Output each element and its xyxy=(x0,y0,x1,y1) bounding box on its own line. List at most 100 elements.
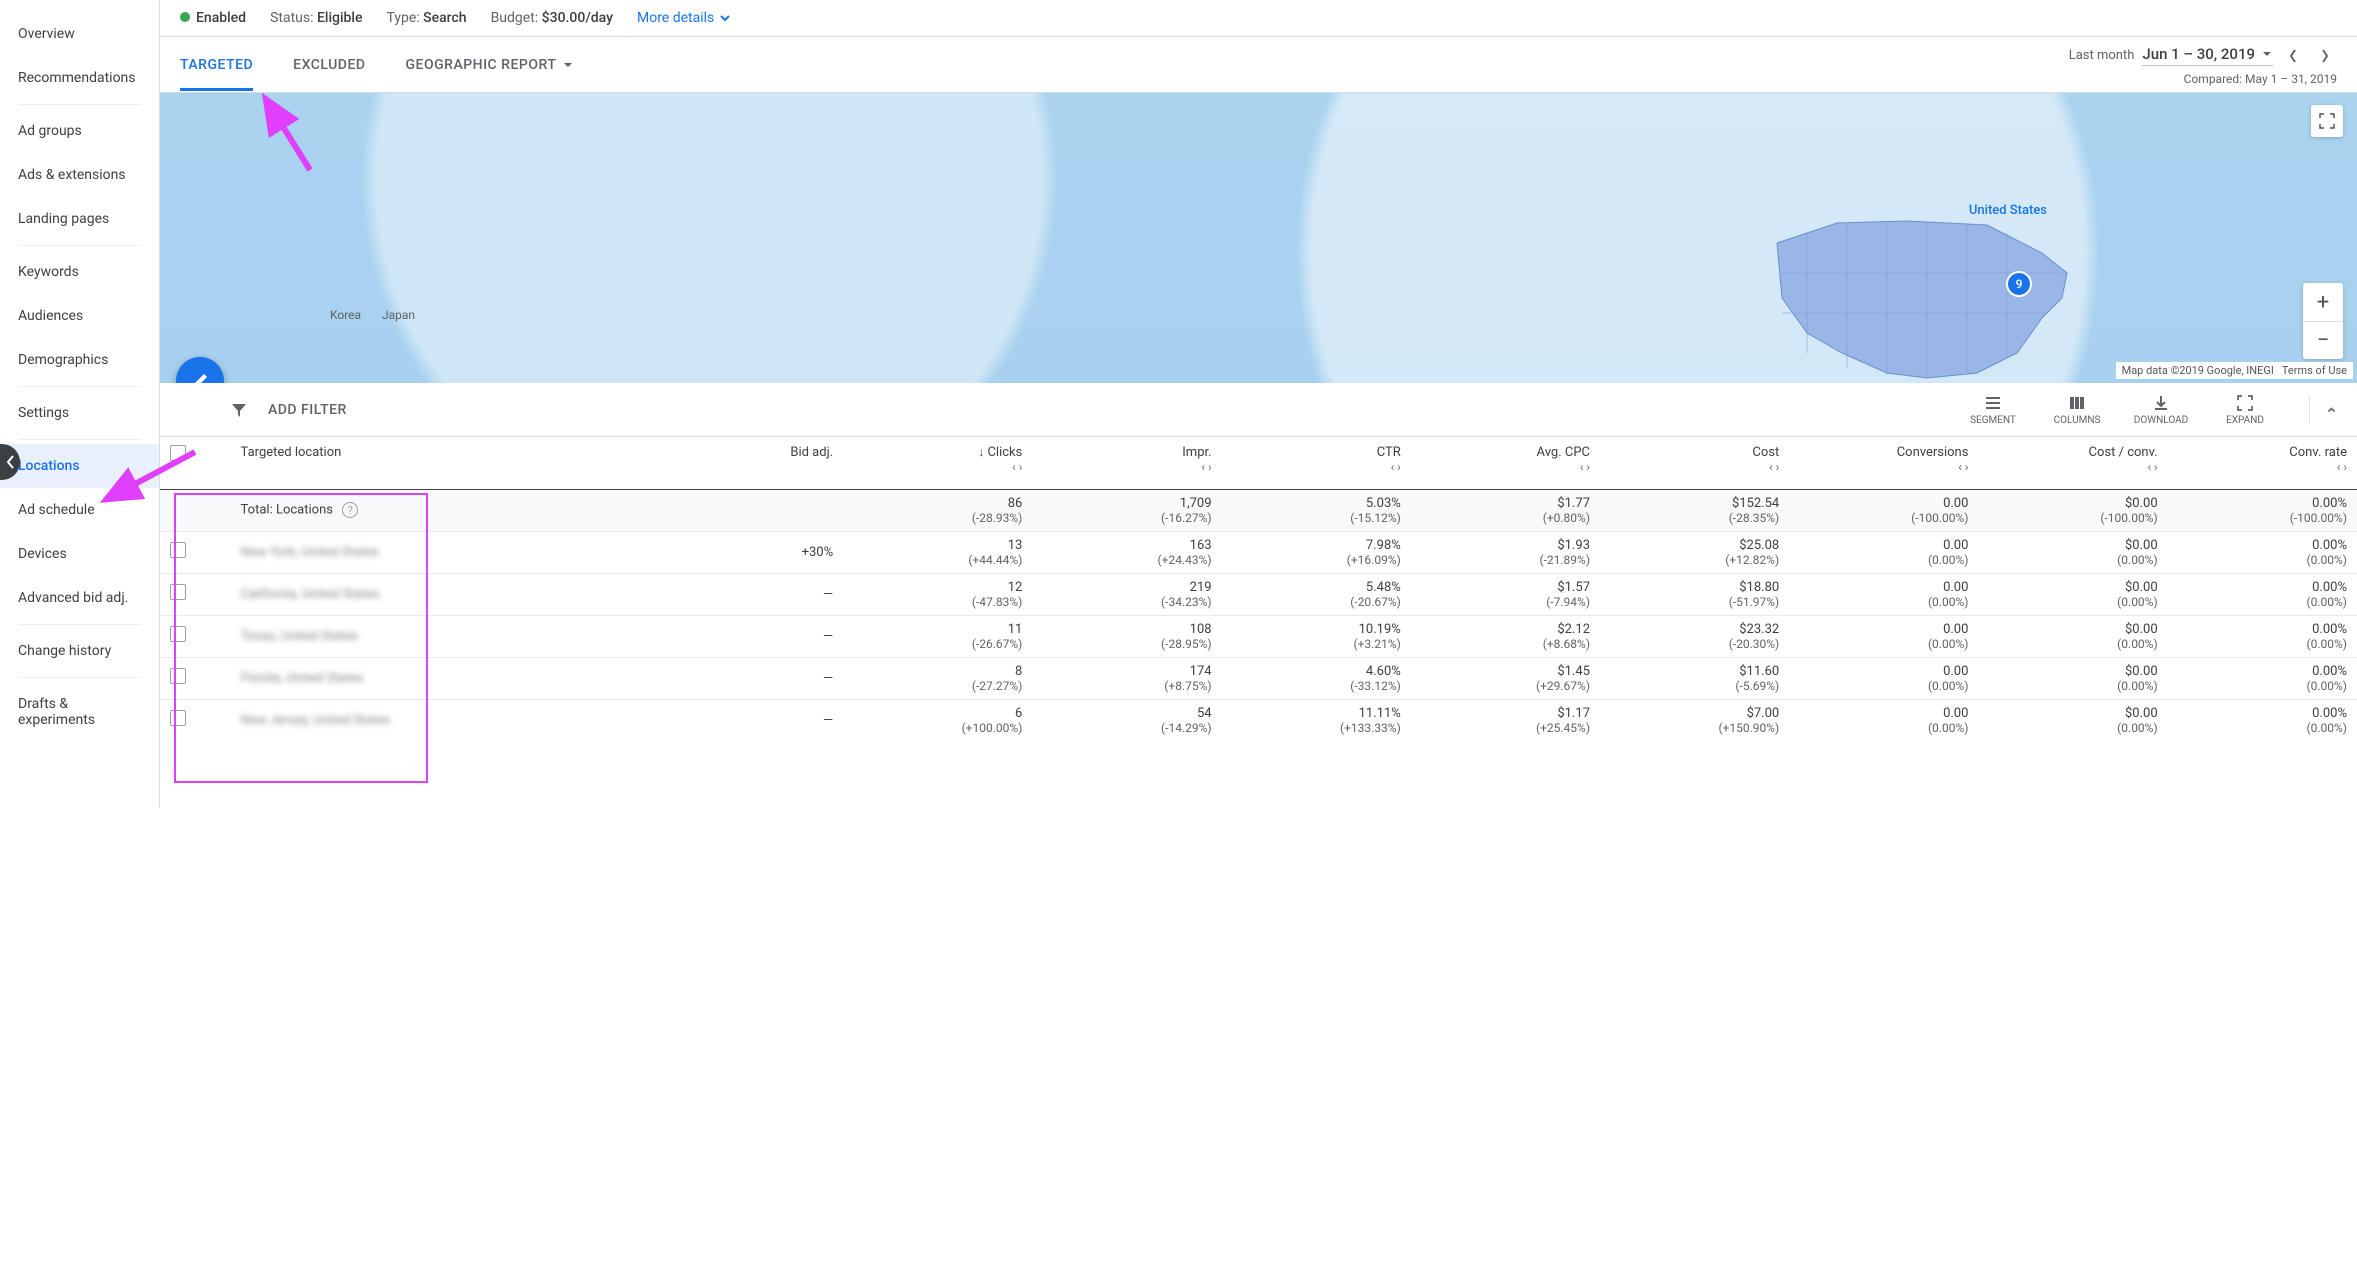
sidebar-item-devices[interactable]: Devices xyxy=(0,532,159,576)
select-all-checkbox[interactable] xyxy=(170,445,186,461)
map-fullscreen-button[interactable] xyxy=(2311,105,2343,137)
locations-table: Targeted location Bid adj. ↓ Clicks‹ › I… xyxy=(160,437,2357,741)
segment-icon xyxy=(1983,393,2003,413)
cell-bid[interactable]: — xyxy=(603,657,844,699)
segment-button[interactable]: SEGMENT xyxy=(1965,393,2021,426)
sidebar-item-keywords[interactable]: Keywords xyxy=(0,250,159,294)
map-country-label: United States xyxy=(1969,203,2047,218)
table-toolbar: ADD FILTER SEGMENT COLUMNS DOWNLOAD EXPA… xyxy=(160,383,2357,437)
col-header-ctr[interactable]: CTR‹ › xyxy=(1222,437,1411,489)
col-header-bid[interactable]: Bid adj. xyxy=(603,437,844,489)
type-value: Search xyxy=(423,10,466,26)
sidebar-item-landing-pages[interactable]: Landing pages xyxy=(0,197,159,241)
date-compared-label: Compared: May 1 – 31, 2019 xyxy=(2069,72,2337,86)
sidebar-item-ad-schedule[interactable]: Ad schedule xyxy=(0,488,159,532)
col-header-location[interactable]: Targeted location xyxy=(231,437,603,489)
tab-geographic-report[interactable]: GEOGRAPHIC REPORT xyxy=(406,39,575,91)
chevron-up-icon xyxy=(2326,403,2337,417)
date-range-area: Last month Jun 1 – 30, 2019 Compared: Ma… xyxy=(2069,44,2337,86)
col-header-cost[interactable]: Cost‹ › xyxy=(1600,437,1789,489)
zoom-in-button[interactable]: + xyxy=(2303,283,2343,321)
enabled-indicator: Enabled xyxy=(180,10,246,26)
status-bar: Enabled Status: Eligible Type: Search Bu… xyxy=(160,0,2357,37)
table-row[interactable]: California, United States—12(-47.83%)219… xyxy=(160,573,2357,615)
sidebar-item-overview[interactable]: Overview xyxy=(0,12,159,56)
row-checkbox[interactable] xyxy=(170,584,186,600)
cell-bid[interactable]: — xyxy=(603,699,844,741)
more-details-link[interactable]: More details xyxy=(637,10,732,26)
expand-button[interactable]: EXPAND xyxy=(2217,393,2273,426)
help-icon[interactable]: ? xyxy=(342,502,358,518)
caret-down-icon xyxy=(2261,48,2273,60)
enabled-label: Enabled xyxy=(196,10,246,26)
date-preset-label: Last month xyxy=(2069,48,2135,63)
location-name: New York, United States xyxy=(241,545,379,560)
location-name: California, United States xyxy=(241,587,380,602)
cell-bid[interactable]: +30% xyxy=(603,531,844,573)
sidebar-item-settings[interactable]: Settings xyxy=(0,391,159,435)
pencil-icon xyxy=(190,371,210,383)
map-label-korea: Korea xyxy=(330,308,361,322)
map-attribution: Map data ©2019 Google, INEGI Terms of Us… xyxy=(2116,362,2353,379)
status-label: Status: xyxy=(270,10,313,26)
map[interactable]: Korea Japan United States 9 + − Map data… xyxy=(160,93,2357,383)
total-label: Total: Locations ? xyxy=(231,489,603,531)
tab-bar: TARGETED EXCLUDED GEOGRAPHIC REPORT Last… xyxy=(160,37,2357,93)
date-next-button[interactable] xyxy=(2313,44,2337,68)
sidebar-item-ads-extensions[interactable]: Ads & extensions xyxy=(0,153,159,197)
sidebar-item-audiences[interactable]: Audiences xyxy=(0,294,159,338)
sidebar-item-demographics[interactable]: Demographics xyxy=(0,338,159,382)
table-row[interactable]: Florida, United States—8(-27.27%)174(+8.… xyxy=(160,657,2357,699)
col-header-cpc[interactable]: Avg. CPC‹ › xyxy=(1411,437,1600,489)
map-us-shape xyxy=(1767,203,2097,383)
row-checkbox[interactable] xyxy=(170,542,186,558)
row-checkbox[interactable] xyxy=(170,626,186,642)
status-dot-icon xyxy=(180,12,190,22)
sidebar-item-ad-groups[interactable]: Ad groups xyxy=(0,109,159,153)
chevron-down-icon xyxy=(718,11,732,25)
tab-targeted[interactable]: TARGETED xyxy=(180,39,253,91)
cell-bid[interactable]: — xyxy=(603,573,844,615)
col-header-impr[interactable]: Impr.‹ › xyxy=(1032,437,1221,489)
sidebar-item-locations[interactable]: Locations xyxy=(0,444,159,488)
locations-table-wrap: Targeted location Bid adj. ↓ Clicks‹ › I… xyxy=(160,437,2357,808)
location-name: Texas, United States xyxy=(241,629,358,644)
columns-button[interactable]: COLUMNS xyxy=(2049,393,2105,426)
budget-label: Budget: xyxy=(491,10,539,26)
collapse-panel-button[interactable] xyxy=(2309,396,2337,424)
row-checkbox[interactable] xyxy=(170,710,186,726)
col-header-conv-rate[interactable]: Conv. rate‹ › xyxy=(2168,437,2357,489)
col-header-conv[interactable]: Conversions‹ › xyxy=(1789,437,1978,489)
map-terms-link[interactable]: Terms of Use xyxy=(2282,364,2347,377)
cell-bid[interactable]: — xyxy=(603,615,844,657)
col-header-cost-conv[interactable]: Cost / conv.‹ › xyxy=(1978,437,2167,489)
download-button[interactable]: DOWNLOAD xyxy=(2133,393,2189,426)
col-header-clicks[interactable]: ↓ Clicks‹ › xyxy=(843,437,1032,489)
status-value: Eligible xyxy=(317,10,363,26)
edit-fab-button[interactable] xyxy=(176,357,224,383)
sidebar-item-advanced-bid-adj-[interactable]: Advanced bid adj. xyxy=(0,576,159,620)
sidebar-item-change-history[interactable]: Change history xyxy=(0,629,159,673)
caret-down-icon xyxy=(562,59,574,71)
main: Enabled Status: Eligible Type: Search Bu… xyxy=(160,0,2357,808)
date-prev-button[interactable] xyxy=(2281,44,2305,68)
map-label-japan: Japan xyxy=(382,308,415,322)
table-row[interactable]: Texas, United States—11(-26.67%)108(-28.… xyxy=(160,615,2357,657)
map-zoom-controls: + − xyxy=(2303,283,2343,359)
type-label: Type: xyxy=(386,10,419,26)
date-range-picker[interactable]: Jun 1 – 30, 2019 xyxy=(2142,45,2273,66)
sidebar-item-recommendations[interactable]: Recommendations xyxy=(0,56,159,100)
table-row[interactable]: New Jersey, United States—6(+100.00%)54(… xyxy=(160,699,2357,741)
location-name: New Jersey, United States xyxy=(241,713,391,728)
tab-excluded[interactable]: EXCLUDED xyxy=(293,39,365,91)
add-filter-button[interactable]: ADD FILTER xyxy=(268,402,347,418)
location-name: Florida, United States xyxy=(241,671,364,686)
row-checkbox[interactable] xyxy=(170,668,186,684)
map-cluster-bubble[interactable]: 9 xyxy=(2006,271,2032,297)
download-icon xyxy=(2151,393,2171,413)
zoom-out-button[interactable]: − xyxy=(2303,321,2343,359)
sidebar-item-drafts-experiments[interactable]: Drafts & experiments xyxy=(0,682,159,742)
table-row[interactable]: New York, United States+30%13(+44.44%)16… xyxy=(160,531,2357,573)
filter-icon[interactable] xyxy=(230,401,248,419)
fullscreen-icon xyxy=(2319,113,2335,129)
